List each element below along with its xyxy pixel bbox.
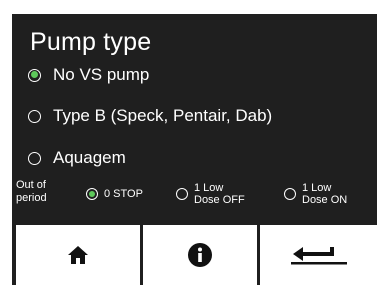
option-aquagem[interactable]: Aquagem [28,145,126,171]
period-option-low-dose-on[interactable]: 1 Low Dose ON [284,182,347,206]
radio-unselected-icon[interactable] [284,188,296,200]
back-arrow-icon [290,247,347,265]
option-type-b[interactable]: Type B (Speck, Pentair, Dab) [28,103,272,129]
home-button[interactable] [16,225,140,285]
bottom-nav-bar [12,219,377,285]
out-of-period-label: Out of period [16,179,47,205]
option-label: Aquagem [53,148,126,167]
period-option-low-dose-off[interactable]: 1 Low Dose OFF [176,182,245,206]
option-label: Type B (Speck, Pentair, Dab) [53,106,273,125]
radio-selected-icon[interactable] [86,188,98,200]
period-option-label-line1: 1 Low [302,182,332,194]
screen: Pump type No VS pump Type B (Speck, Pent… [0,0,377,285]
option-label: No VS pump [53,65,150,84]
period-option-label-line1: 1 Low [194,182,224,194]
period-option-label: 1 Low Dose OFF [194,182,245,206]
period-option-0-stop[interactable]: 0 STOP [86,188,143,200]
pump-type-panel: Pump type No VS pump Type B (Speck, Pent… [12,14,377,219]
out-of-period-label-line1: Out of [16,179,46,191]
radio-unselected-icon[interactable] [28,109,41,123]
period-option-label-line1: 0 STOP [104,188,143,200]
radio-unselected-icon[interactable] [176,188,188,200]
back-button[interactable] [260,225,377,285]
radio-selected-icon[interactable] [28,68,41,82]
radio-unselected-icon[interactable] [28,151,41,165]
out-of-period-label-line2: period [16,192,47,204]
period-option-label-line2: Dose ON [302,194,348,206]
page-title: Pump type [30,28,152,56]
info-icon [188,243,212,267]
home-icon [68,246,88,264]
info-button[interactable] [143,225,257,285]
option-no-vs-pump[interactable]: No VS pump [28,62,149,88]
period-option-label: 0 STOP [104,188,143,200]
period-option-label: 1 Low Dose ON [302,182,347,206]
period-option-label-line2: Dose OFF [194,194,245,206]
